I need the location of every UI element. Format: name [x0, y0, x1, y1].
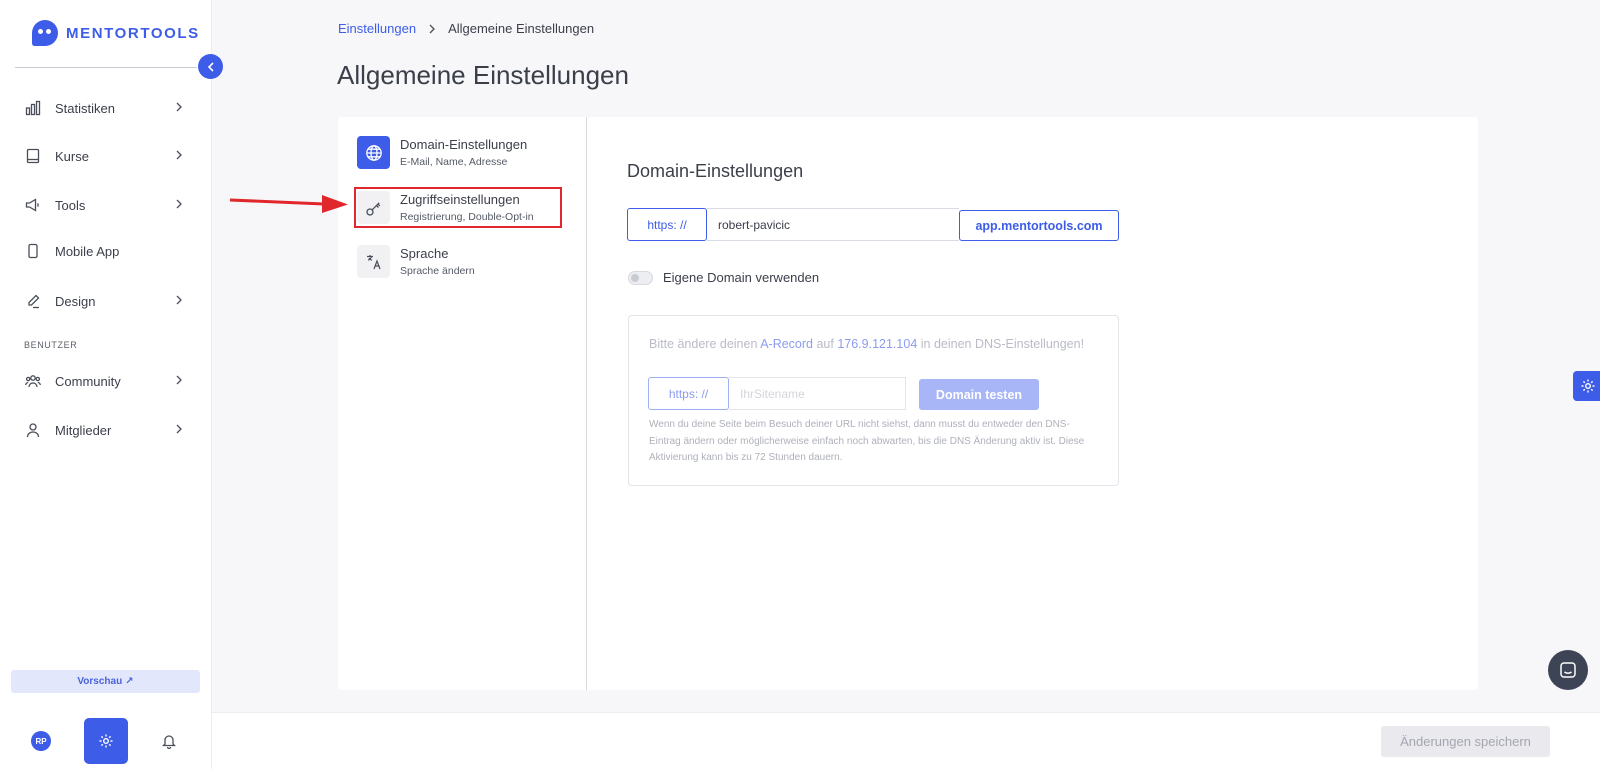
custom-domain-toggle[interactable] — [628, 271, 653, 285]
sidebar-item-label: Mitglieder — [55, 422, 112, 438]
tab-label: Sprache — [400, 246, 449, 261]
chevron-right-icon — [176, 150, 182, 160]
sidebar-item-label: Kurse — [55, 148, 89, 164]
page-title: Allgemeine Einstellungen — [337, 60, 629, 90]
breadcrumb: Einstellungen Allgemeine Einstellungen — [338, 21, 594, 36]
chevron-right-icon — [429, 24, 435, 33]
test-domain-button[interactable]: Domain testen — [919, 379, 1039, 410]
url-prefix-label: https: // — [627, 208, 707, 241]
sidebar: MENTORTOOLS Statistiken Kurse Tools Mobi… — [0, 0, 212, 769]
dns-text-part: auf — [813, 337, 838, 351]
gear-icon — [1581, 379, 1595, 393]
smartphone-icon — [24, 243, 41, 260]
sidebar-item-tools[interactable]: Tools — [0, 185, 211, 225]
users-icon — [24, 373, 41, 390]
megaphone-icon — [24, 197, 41, 214]
chevron-right-icon — [176, 295, 182, 305]
sidebar-item-kurse[interactable]: Kurse — [0, 136, 211, 176]
sidebar-section-benutzer: BENUTZER — [24, 340, 78, 350]
subdomain-input[interactable] — [707, 208, 959, 241]
sidebar-item-label: Tools — [55, 197, 86, 213]
dns-instruction-text: Bitte ändere deinen A-Record auf 176.9.1… — [649, 337, 1084, 351]
chevron-right-icon — [176, 375, 182, 385]
sidebar-divider — [15, 67, 197, 68]
sidebar-collapse-button[interactable] — [198, 54, 223, 79]
sidebar-item-label: Statistiken — [55, 100, 115, 116]
bell-icon — [162, 735, 176, 749]
dns-record-link: A-Record — [760, 337, 813, 351]
floating-settings-button[interactable] — [1573, 371, 1600, 401]
tab-sublabel: Sprache ändern — [400, 265, 475, 277]
mentortools-logo-icon — [32, 20, 58, 46]
sidebar-item-design[interactable]: Design — [0, 281, 211, 321]
chat-button[interactable] — [1548, 650, 1588, 690]
chevron-right-icon — [176, 199, 182, 209]
user-icon — [24, 422, 41, 439]
dns-note: Wenn du deine Seite beim Besuch deiner U… — [649, 419, 1085, 463]
dns-instructions-box: Bitte ändere deinen A-Record auf 176.9.1… — [628, 315, 1119, 486]
brand-logo[interactable]: MENTORTOOLS — [32, 20, 200, 46]
chevron-right-icon — [176, 102, 182, 112]
external-link-icon: ↗ — [125, 676, 134, 687]
annotation-arrow-icon — [229, 195, 348, 213]
save-changes-button[interactable]: Änderungen speichern — [1381, 726, 1550, 757]
breadcrumb-link-einstellungen[interactable]: Einstellungen — [338, 21, 416, 36]
custom-domain-toggle-label: Eigene Domain verwenden — [663, 270, 820, 285]
card-divider — [586, 117, 587, 690]
tab-domain-settings[interactable]: Domain-Einstellungen E-Mail, Name, Adres… — [357, 136, 557, 176]
sidebar-item-mobile-app[interactable]: Mobile App — [0, 231, 211, 271]
globe-icon — [357, 136, 390, 169]
pencil-icon — [24, 293, 41, 310]
settings-button[interactable] — [84, 718, 128, 764]
section-title: Domain-Einstellungen — [627, 161, 804, 181]
annotation-highlight-box — [354, 187, 562, 228]
chat-icon — [1560, 662, 1576, 678]
translate-icon — [357, 245, 390, 278]
avatar[interactable]: RP — [31, 731, 51, 751]
dns-text-part: in deinen DNS-Einstellungen! — [917, 337, 1085, 351]
book-icon — [24, 148, 41, 165]
dns-text-part: Bitte ändere deinen — [649, 337, 761, 351]
domain-suffix-label: app.mentortools.com — [959, 210, 1119, 241]
sitename-input[interactable] — [729, 377, 906, 410]
tab-language[interactable]: Sprache Sprache ändern — [357, 245, 557, 285]
chevron-left-icon — [207, 61, 214, 72]
breadcrumb-current: Allgemeine Einstellungen — [448, 21, 595, 36]
sidebar-item-label: Community — [55, 373, 121, 389]
notifications-button[interactable] — [158, 730, 180, 752]
sidebar-item-mitglieder[interactable]: Mitglieder — [0, 410, 211, 450]
tab-sublabel: E-Mail, Name, Adresse — [400, 156, 508, 168]
brand-name: MENTORTOOLS — [66, 24, 200, 42]
preview-label: Vorschau — [77, 676, 123, 687]
chevron-right-icon — [176, 424, 182, 434]
tab-label: Domain-Einstellungen — [400, 137, 528, 152]
sidebar-item-statistiken[interactable]: Statistiken — [0, 88, 211, 128]
sidebar-item-label: Design — [55, 293, 96, 309]
sidebar-item-community[interactable]: Community — [0, 361, 211, 401]
gear-icon — [99, 734, 113, 748]
dns-ip-address: 176.9.121.104 — [837, 337, 918, 351]
preview-button[interactable]: Vorschau ↗ — [11, 670, 200, 693]
dns-url-prefix: https: // — [648, 377, 729, 410]
bar-chart-icon — [24, 100, 41, 117]
sidebar-item-label: Mobile App — [55, 243, 120, 259]
